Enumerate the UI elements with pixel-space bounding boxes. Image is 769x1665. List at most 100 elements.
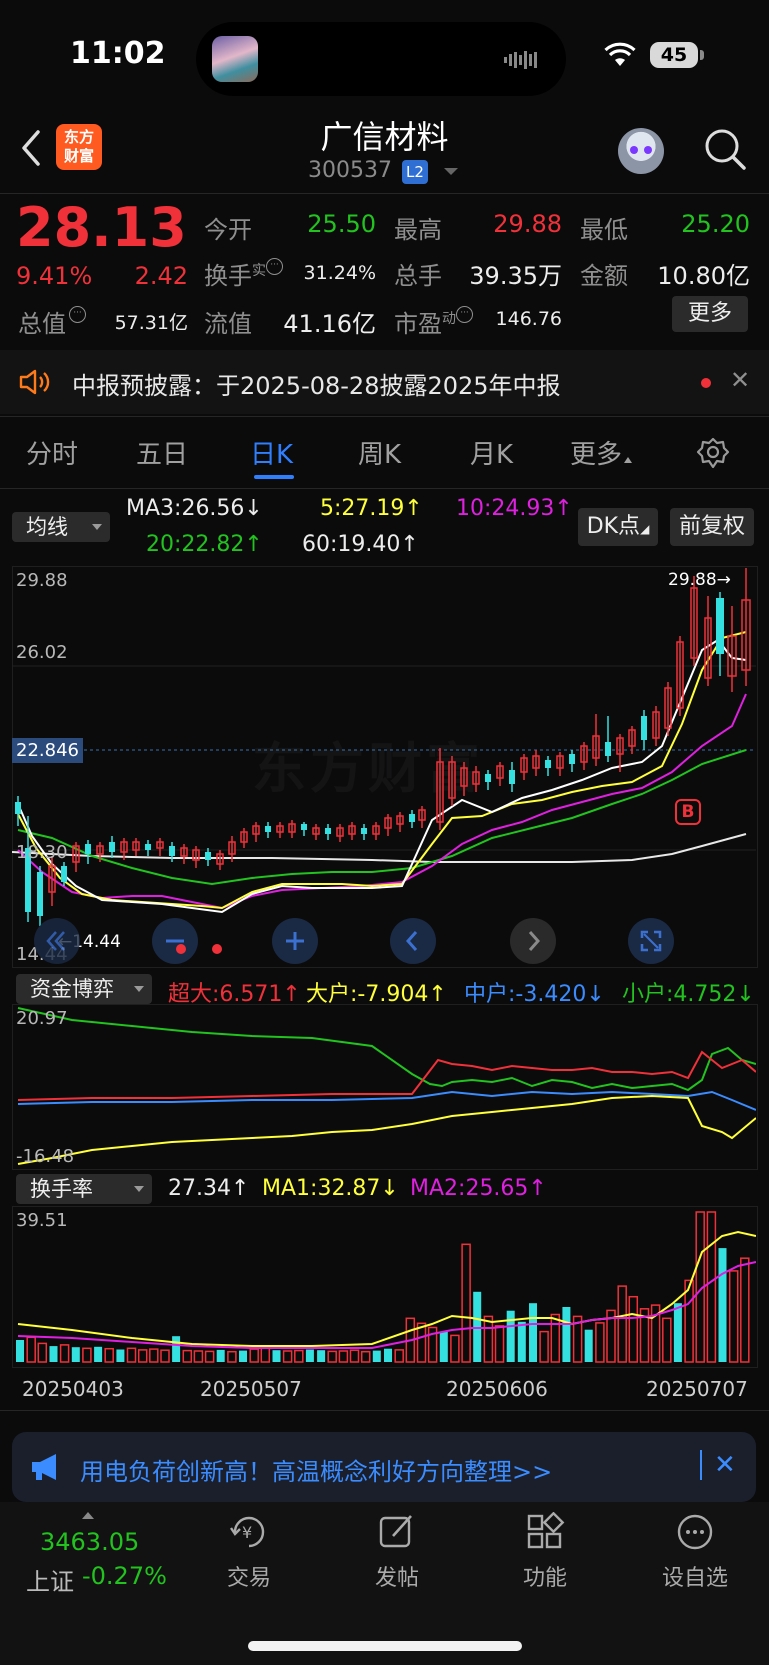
kline-svg [12,568,756,926]
ma60-legend: 60:19.40↑ [302,532,419,557]
fullscreen-button[interactable] [628,918,674,964]
scroll-start-button[interactable] [34,918,80,964]
promo-banner-text[interactable]: 用电负荷创新高！高温概念利好方向整理>> [80,1452,552,1487]
index-change[interactable]: -0.27% [82,1562,167,1590]
plus-icon [286,932,304,950]
notice-text[interactable]: 中报预披露：于2025-08-28披露2025年中报 [72,366,561,401]
speaker-icon [19,369,50,395]
zoom-in-button[interactable] [272,918,318,964]
nav-watchlist[interactable]: 设自选 [640,1512,750,1592]
turnover-bar [706,1211,717,1363]
nav-trade[interactable]: ¥ 交易 [194,1512,304,1592]
dk-point-button[interactable]: DK点◢ [578,508,658,546]
turnover-bar [160,1349,170,1363]
turnover-bar [37,1342,48,1363]
turnover-bar [59,1344,70,1363]
turnover-bar [617,1285,627,1363]
nav-post[interactable]: 发帖 [342,1512,452,1592]
dynamic-island [196,22,566,96]
ma-select[interactable]: 均线 [12,512,110,542]
tabs-divider-top [0,416,769,417]
turnover-bar [517,1321,526,1362]
turnover-bar [718,1248,727,1362]
index-value[interactable]: 3463.05 [40,1528,139,1556]
scroll-left-button[interactable] [390,918,436,964]
turnover-bar [595,1322,605,1363]
scroll-right-button[interactable] [510,918,556,964]
close-icon[interactable]: ✕ [730,366,750,394]
zoom-out-button[interactable] [152,918,198,964]
search-icon[interactable] [702,126,748,172]
nav-functions-label: 功能 [522,1566,567,1591]
nav-functions[interactable]: 功能 [490,1511,600,1592]
chevron-right-icon [528,931,541,951]
tab-weekly-k[interactable]: 周K [358,434,401,471]
tab-more[interactable]: 更多 [570,434,633,471]
float-cap-value: 41.16亿 [283,310,376,338]
turnover-bar [461,1243,471,1363]
tab-monthly-k[interactable]: 月K [470,434,513,471]
turnover-bar [71,1347,80,1362]
turnover-bar [394,1349,404,1363]
media-thumbnail [212,36,258,82]
double-chevron-left-icon [46,931,65,951]
high-value: 29.88 [493,210,562,238]
chevron-down-icon[interactable] [444,168,458,175]
ma3-legend: MA3:26.56↓ [126,496,263,521]
buy-signal-marker[interactable]: B [676,802,700,822]
stock-code[interactable]: 300537 [308,158,392,183]
close-icon[interactable]: ✕ [714,1450,736,1480]
megaphone-icon [32,1454,56,1480]
gear-icon[interactable] [696,436,730,470]
turnover-bar [305,1349,314,1362]
high-label: 最高 [394,216,442,244]
fund-y-top: 20.97 [16,1008,68,1029]
turnover-bar [662,1317,672,1363]
turnover-bar [104,1347,114,1363]
tab-more-label: 更多 [570,440,623,470]
banner-separator [700,1450,702,1480]
turnover-ma2-legend: MA2:25.65↑ [410,1176,547,1201]
active-tab-indicator [254,475,294,479]
expand-up-icon[interactable] [82,1512,94,1519]
chevron-down-icon [134,1186,144,1192]
more-quote-button[interactable]: 更多 [672,296,748,332]
fund-indicator-label: 资金博弈 [30,977,114,1001]
info-icon[interactable]: ··· [69,306,86,323]
high-marker: 29.88→ [668,570,731,590]
robot-assistant-icon[interactable] [618,128,664,174]
turnover-bar [584,1329,593,1362]
wifi-icon [604,42,636,66]
turnover-bar [26,1336,36,1363]
index-name[interactable]: 上证 [26,1562,74,1597]
date-label-1: 20250403 [22,1377,124,1401]
turnover-bar [16,1340,24,1362]
tab-intraday[interactable]: 分时 [26,434,78,471]
ma5-legend: 5:27.19↑ [320,496,423,521]
turnover-bar [562,1307,571,1362]
turnover-indicator-select[interactable]: 换手率 [16,1174,152,1204]
turnover-sup: 实 [252,263,266,279]
turnover-bar [349,1349,360,1363]
turnover-y-top: 39.51 [16,1210,68,1231]
tab-daily-k[interactable]: 日K [250,434,293,471]
info-icon[interactable]: ··· [266,258,283,275]
adjust-button[interactable]: 前复权 [670,508,754,546]
market-cap-value: 57.31亿 [114,312,188,334]
turnover-bar [439,1331,448,1362]
l2-badge[interactable]: L2 [402,160,428,184]
turnover-bar [327,1350,337,1363]
turnover-bar [550,1313,561,1363]
home-indicator [248,1641,522,1651]
tab-five-day[interactable]: 五日 [136,434,188,471]
robot-eye-right [644,146,652,154]
turnover-bar [137,1349,148,1363]
fund-indicator-select[interactable]: 资金博弈 [16,974,152,1004]
nav-post-label: 发帖 [374,1566,419,1591]
y-axis-upper: 26.02 [16,642,68,663]
info-icon[interactable]: ··· [456,306,473,323]
turnover-bar [126,1347,137,1363]
date-label-2: 20250507 [200,1377,302,1401]
pe-value: 146.76 [495,308,562,330]
current-price: 28.13 [16,196,187,259]
